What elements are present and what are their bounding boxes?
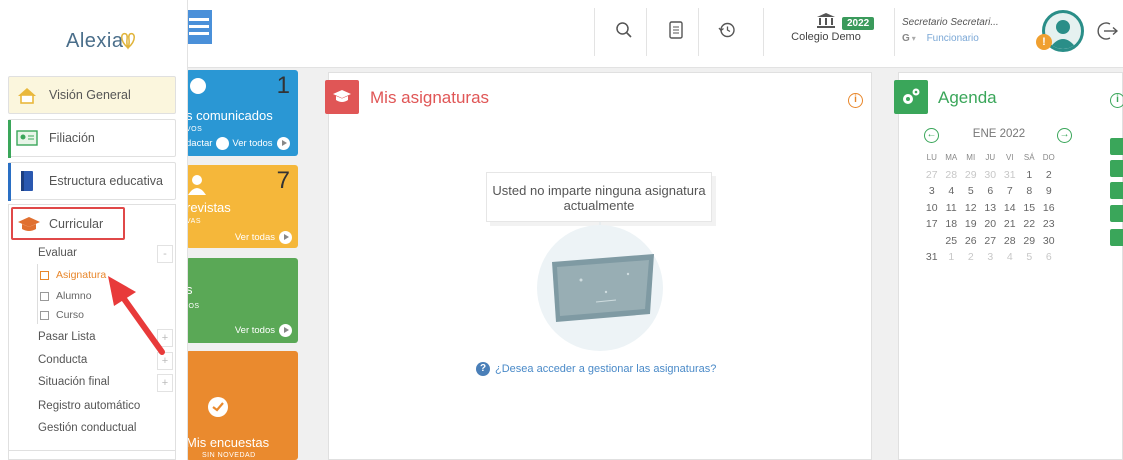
calendar-day[interactable]: 13 [981, 200, 1001, 217]
info-icon[interactable]: i [848, 93, 863, 108]
calendar-icon[interactable] [1110, 160, 1123, 177]
weekday-label: MA [945, 153, 958, 162]
calendar-day[interactable]: 6 [1039, 249, 1059, 266]
edit-icon[interactable] [1110, 229, 1123, 246]
asignaturas-title: Mis asignaturas [370, 88, 490, 107]
calendar-day[interactable]: 16 [1039, 200, 1059, 217]
clock-icon[interactable] [1110, 182, 1123, 199]
calendar-day[interactable]: 25 [942, 233, 962, 250]
calendar-week: 27 28 29 30 31 1 2 [922, 167, 1059, 184]
calendar-day[interactable]: 19 [961, 216, 981, 233]
calendar-day[interactable]: 30 [1039, 233, 1059, 250]
calendar-day[interactable]: 8 [1020, 183, 1040, 200]
weekday-label: JU [985, 153, 996, 162]
calendar-day[interactable]: 5 [1020, 249, 1040, 266]
calendar-day[interactable]: 4 [942, 183, 962, 200]
calendar-day[interactable]: 3 [922, 183, 942, 200]
calendar-day[interactable]: 27 [922, 167, 942, 184]
calendar-day[interactable]: 31 [1000, 167, 1020, 184]
calendar-day[interactable]: 12 [961, 200, 981, 217]
calendar-day[interactable]: 15 [1020, 200, 1040, 217]
weekday-label: SÁ [1023, 153, 1035, 162]
calendar-day[interactable]: 1 [1020, 167, 1040, 184]
group-icon[interactable] [1110, 205, 1123, 222]
weekday-label: MI [966, 153, 976, 162]
calendar-day[interactable]: 28 [942, 167, 962, 184]
help-link[interactable]: ? ¿Desea acceder a gestionar las asignat… [476, 362, 716, 376]
empty-board-illustration [537, 222, 663, 351]
calendar-day[interactable]: 29 [1020, 233, 1040, 250]
calendar-day[interactable]: 22 [1020, 216, 1040, 233]
calendar-day[interactable]: 26 [961, 233, 981, 250]
person-icon[interactable] [1110, 138, 1123, 155]
weekday-label: DO [1042, 153, 1055, 162]
agenda-title: Agenda [938, 88, 997, 107]
calendar-day-today[interactable]: 24 [922, 232, 942, 249]
weekday-row: LU MA MI JU VI SÁ DO [922, 150, 1059, 167]
calendar-day[interactable]: 14 [1000, 200, 1020, 217]
help-link-label: ¿Desea acceder a gestionar las asignatur… [495, 363, 717, 375]
calendar-day[interactable]: 28 [1000, 233, 1020, 250]
calendar-day[interactable]: 4 [1000, 249, 1020, 266]
calendar-week: 17 18 19 20 21 22 23 [922, 216, 1059, 233]
graduation-cap-icon [325, 80, 359, 114]
calendar-grid: LU MA MI JU VI SÁ DO 27 28 29 30 31 1 2 3 4 5 6 7 8 9 10 11 12 1… [922, 150, 1059, 266]
info-icon[interactable]: i [1110, 93, 1123, 108]
calendar-day[interactable]: 21 [1000, 216, 1020, 233]
next-month-button[interactable]: → [1057, 128, 1072, 143]
calendar-day[interactable]: 2 [961, 249, 981, 266]
calendar-day[interactable]: 17 [922, 216, 942, 233]
calendar-day[interactable]: 30 [981, 167, 1001, 184]
calendar-day[interactable]: 7 [1000, 183, 1020, 200]
calendar-week: 10 11 12 13 14 15 16 [922, 200, 1059, 217]
calendar-day[interactable]: 6 [981, 183, 1001, 200]
weekday-label: LU [926, 153, 937, 162]
calendar-day[interactable]: 27 [981, 233, 1001, 250]
calendar-day[interactable]: 23 [1039, 216, 1059, 233]
calendar-day[interactable]: 9 [1039, 183, 1059, 200]
calendar-week: 31 1 2 3 4 5 6 [922, 249, 1059, 266]
calendar-day[interactable]: 11 [942, 200, 962, 217]
calendar-day[interactable]: 29 [961, 167, 981, 184]
calendar-day[interactable]: 31 [922, 249, 942, 266]
calendar-day[interactable]: 18 [942, 216, 962, 233]
calendar-header: ← ENE 2022 → [922, 128, 1076, 144]
empty-message: Usted no imparte ninguna asignatura actu… [486, 172, 712, 222]
weekday-label: VI [1005, 153, 1014, 162]
calendar-day[interactable]: 1 [942, 249, 962, 266]
calendar-day[interactable]: 5 [961, 183, 981, 200]
calendar-day[interactable]: 10 [922, 200, 942, 217]
calendar-week: 3456789 [922, 183, 1059, 200]
gears-icon [894, 80, 928, 114]
calendar-day[interactable]: 3 [981, 249, 1001, 266]
calendar-month: ENE 2022 [972, 128, 1026, 140]
calendar-day[interactable]: 20 [981, 216, 1001, 233]
calendar-day[interactable]: 2 [1039, 167, 1059, 184]
help-icon: ? [476, 362, 490, 376]
calendar-week: 24 25 26 27 28 29 30 [922, 232, 1059, 250]
